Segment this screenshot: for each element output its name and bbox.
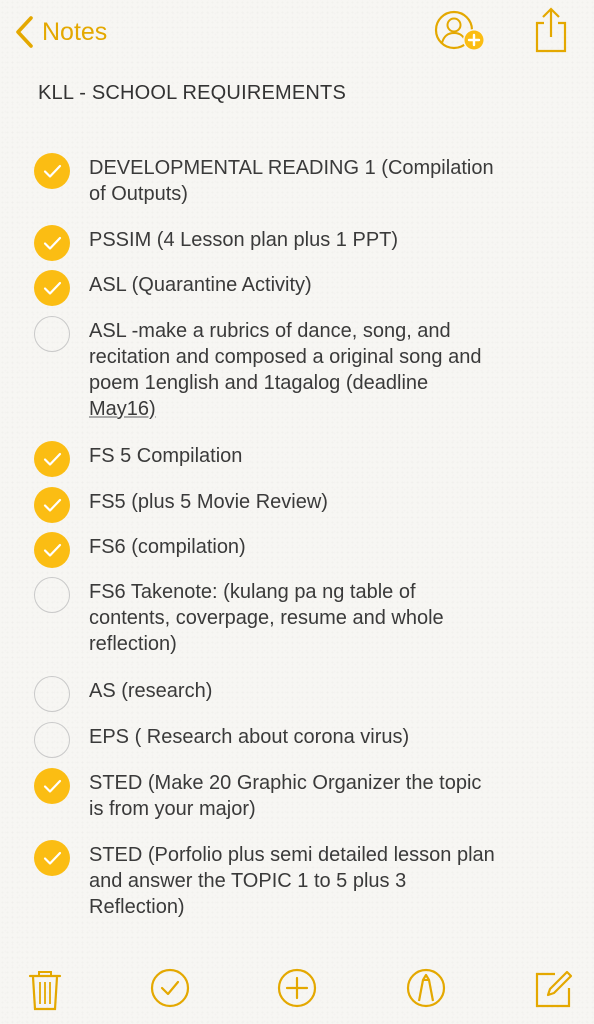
compose-button[interactable]: [533, 968, 575, 1015]
note-title[interactable]: KLL - SCHOOL REQUIREMENTS: [38, 82, 346, 105]
checklist-item-line: DEVELOPMENTAL READING 1 (Compilation: [89, 157, 494, 179]
checklist-item-line: FS5 (plus 5 Movie Review): [89, 491, 328, 513]
trash-icon: [27, 971, 63, 1016]
checklist-item-line: STED (Porfolio plus semi detailed lesson…: [89, 844, 495, 866]
compose-icon: [533, 970, 575, 1014]
checklist-item-line: Reflection): [89, 896, 185, 918]
back-label: Notes: [42, 17, 108, 46]
navigation-bar: Notes: [0, 0, 594, 64]
share-button[interactable]: [531, 6, 571, 59]
checklist-item-line: STED (Make 20 Graphic Organizer the topi…: [89, 772, 482, 794]
checklist-item-line: ASL -make a rubrics of dance, song, and: [89, 320, 451, 342]
checklist-item-text[interactable]: FS5 (plus 5 Movie Review): [89, 489, 559, 515]
checked-circle-icon[interactable]: [34, 768, 70, 804]
checklist-item-text[interactable]: DEVELOPMENTAL READING 1 (Compilation of O…: [89, 155, 559, 207]
checklist-item-line: PSSIM (4 Lesson plan plus 1 PPT): [89, 229, 399, 251]
checklist-item-line: ASL (Quarantine Activity): [89, 274, 312, 296]
checklist-item-text[interactable]: ASL -make a rubrics of dance, song, and r…: [89, 318, 559, 422]
checked-circle-icon[interactable]: [34, 153, 70, 189]
checklist-item-line: is from your major): [89, 798, 256, 820]
checklist-item-line: EPS ( Research about corona virus): [89, 726, 410, 748]
add-button[interactable]: [277, 968, 317, 1013]
checklist-item-line: of Outputs): [89, 183, 188, 205]
add-person-icon: [434, 10, 488, 58]
checklist-item-text[interactable]: STED (Make 20 Graphic Organizer the topi…: [89, 770, 559, 822]
checklist-item-line: AS (research): [89, 680, 213, 702]
unchecked-circle-icon[interactable]: [34, 676, 70, 712]
delete-button[interactable]: [27, 968, 63, 1017]
checklist-item-text[interactable]: AS (research): [89, 678, 559, 704]
checklist-item-text[interactable]: PSSIM (4 Lesson plan plus 1 PPT): [89, 227, 559, 253]
checklist-item-text[interactable]: FS6 Takenote: (kulang pa ng table of cont…: [89, 579, 559, 657]
share-icon: [531, 7, 571, 58]
checked-circle-icon[interactable]: [34, 487, 70, 523]
checklist-item-text[interactable]: ASL (Quarantine Activity): [89, 272, 559, 298]
unchecked-circle-icon[interactable]: [34, 722, 70, 758]
checklist-item-line: FS 5 Compilation: [89, 445, 243, 467]
back-button[interactable]: Notes: [14, 12, 107, 52]
checklist-item-text[interactable]: FS6 (compilation): [89, 534, 559, 560]
checked-circle-icon[interactable]: [34, 225, 70, 261]
checklist-item-line: and answer the TOPIC 1 to 5 plus 3: [89, 870, 407, 892]
markup-button[interactable]: [406, 968, 446, 1013]
unchecked-circle-icon[interactable]: [34, 316, 70, 352]
checklist-item-line: reflection): [89, 633, 177, 655]
checklist-icon: [150, 968, 190, 1012]
bottom-toolbar: [0, 960, 594, 1020]
checklist-item-text[interactable]: EPS ( Research about corona virus): [89, 724, 559, 750]
checklist-button[interactable]: [150, 968, 190, 1013]
add-people-button[interactable]: [434, 10, 488, 59]
checklist-item-text[interactable]: FS 5 Compilation: [89, 443, 559, 469]
markup-icon: [406, 968, 446, 1012]
checklist-item-line: FS6 (compilation): [89, 536, 246, 558]
checklist-item-line: FS6 Takenote: (kulang pa ng table of: [89, 581, 416, 603]
checklist-item-text[interactable]: STED (Porfolio plus semi detailed lesson…: [89, 842, 559, 920]
checklist-item-line: contents, coverpage, resume and whole: [89, 607, 444, 629]
unchecked-circle-icon[interactable]: [34, 577, 70, 613]
checklist-item-line: recitation and composed a original song …: [89, 346, 482, 368]
checked-circle-icon[interactable]: [34, 441, 70, 477]
chevron-left-icon: [14, 15, 34, 49]
checked-circle-icon[interactable]: [34, 270, 70, 306]
checked-circle-icon[interactable]: [34, 532, 70, 568]
checklist-item-line: poem 1english and 1tagalog (deadline: [89, 372, 429, 394]
checklist-item-line: May16): [89, 398, 156, 420]
checked-circle-icon[interactable]: [34, 840, 70, 876]
add-icon: [277, 968, 317, 1012]
